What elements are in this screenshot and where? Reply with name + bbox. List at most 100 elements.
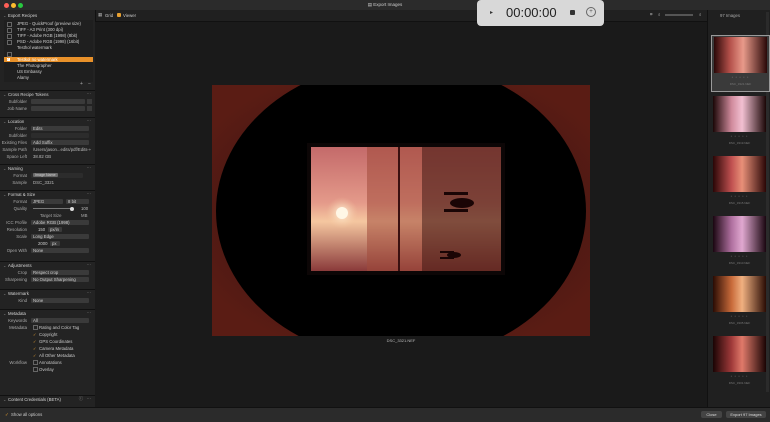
chevron-down-icon: ⌄: [3, 92, 7, 97]
token-menu-button[interactable]: [87, 105, 92, 111]
more-options-icon[interactable]: ···: [87, 396, 91, 401]
long-edge-field[interactable]: 2000: [38, 241, 48, 246]
section-naming[interactable]: ⌄ Naming ···: [0, 164, 95, 172]
search-icon[interactable]: ⌕: [699, 12, 701, 17]
camera-metadata-checkbox[interactable]: ✓: [33, 346, 36, 351]
close-button[interactable]: Close: [701, 411, 722, 418]
recipe-checkbox[interactable]: [7, 40, 12, 45]
more-options-icon[interactable]: ···: [87, 310, 91, 315]
thumbnail-selected[interactable]: • • • • • DSC_3321.NEF: [711, 35, 770, 92]
metadata-row: Metadata Rating and Color Tag: [9, 325, 80, 330]
section-format-size[interactable]: ⌄ Format & Size ···: [0, 190, 95, 198]
image-name-token[interactable]: Image Name: [33, 173, 58, 177]
copyright-checkbox[interactable]: ✓: [33, 332, 36, 337]
recipe-item[interactable]: PSD - Adobe RGB (1998) (16bit): [17, 39, 79, 44]
subfolder-field[interactable]: [31, 132, 89, 138]
more-options-icon[interactable]: ···: [87, 262, 91, 267]
other-metadata-checkbox[interactable]: ✓: [33, 353, 36, 358]
thumbnail[interactable]: • • • • • DSC_3305.NEF: [711, 275, 768, 330]
toolbar: ▦ Grid Viewer ⌗ ⌕ ⌕: [95, 10, 707, 22]
rating-tag-checkbox[interactable]: [33, 325, 38, 330]
recipe-checkbox[interactable]: [7, 28, 12, 33]
zoom-icon[interactable]: ⌕: [658, 12, 660, 17]
show-all-options-label[interactable]: Show all options: [11, 412, 42, 417]
chevron-down-icon: ⌄: [3, 291, 7, 296]
thumbnail[interactable]: • • • • • DSC_3315.NEF: [711, 155, 768, 210]
recipe-item[interactable]: TIFF - A3 Print (300 dpi): [17, 27, 63, 32]
existing-files-select[interactable]: Add Suffix: [31, 139, 89, 145]
thumbnail-image: [714, 37, 767, 73]
chevron-down-icon: ⌄: [3, 13, 7, 18]
section-metadata[interactable]: ⌄ Metadata ···: [0, 309, 95, 317]
annotations-checkbox[interactable]: [33, 360, 38, 365]
thumbnail-image: [713, 276, 766, 312]
tab-viewer[interactable]: Viewer: [123, 13, 136, 18]
recipe-item[interactable]: US Embassy: [17, 69, 42, 74]
quality-slider[interactable]: [33, 208, 73, 209]
subfolder-token-field[interactable]: [31, 98, 85, 104]
record-options-icon[interactable]: +: [586, 7, 596, 17]
viewer-icon[interactable]: [117, 13, 121, 17]
more-options-icon[interactable]: ···: [87, 118, 91, 123]
recipe-checkbox[interactable]: [7, 34, 12, 39]
section-location[interactable]: ⌄ Location ···: [0, 117, 95, 125]
gps-row: ✓ GPS Coordinates: [33, 339, 73, 344]
long-edge-unit-select[interactable]: px: [50, 240, 60, 246]
recipe-checkbox-checked[interactable]: ✓: [7, 58, 10, 61]
resolution-unit-select[interactable]: px/in: [48, 226, 62, 232]
section-cross-recipe-tokens[interactable]: ⌄ Cross Recipe Tokens ···: [0, 90, 95, 98]
keywords-row: Keywords All: [0, 317, 95, 324]
crop-tool-icon[interactable]: ⌗: [650, 12, 652, 17]
scale-select[interactable]: Long Edge: [31, 233, 89, 239]
overlay-checkbox[interactable]: [33, 367, 38, 372]
more-options-icon[interactable]: ···: [87, 165, 91, 170]
resolution-field[interactable]: 150: [38, 227, 45, 232]
stop-icon[interactable]: [570, 10, 575, 15]
zoom-slider[interactable]: [665, 14, 693, 16]
chevron-down-icon: ⌄: [3, 263, 7, 268]
watermark-kind-select[interactable]: None: [31, 297, 89, 303]
thumbnail[interactable]: • • • • • DSC_3301.NEF: [711, 335, 768, 390]
bottom-bar: ✓ Show all options Close Export 97 Image…: [0, 407, 770, 422]
grid-icon[interactable]: ▦: [98, 12, 102, 18]
remove-recipe-button[interactable]: −: [88, 81, 91, 87]
tab-grid[interactable]: Grid: [105, 13, 113, 18]
export-button[interactable]: Export 97 Images: [726, 411, 766, 418]
add-recipe-button[interactable]: +: [80, 81, 83, 87]
thumbnail[interactable]: • • • • • DSC_3310.NEF: [711, 215, 768, 270]
section-adjustments[interactable]: ⌄ Adjustments ···: [0, 261, 95, 269]
gps-checkbox[interactable]: ✓: [33, 339, 36, 344]
section-content-credentials[interactable]: ⌄ Content Credentials (BETA) ⓘ ···: [0, 395, 95, 403]
thumbnail[interactable]: • • • • • DSC_3319.NEF: [711, 95, 768, 150]
naming-format-field[interactable]: Image Name: [31, 172, 83, 178]
bit-depth-select[interactable]: 8 bit: [66, 198, 89, 204]
icc-profile-select[interactable]: Adobe RGB (1998): [31, 219, 89, 225]
folder-select[interactable]: Edits: [31, 125, 89, 131]
token-menu-button[interactable]: [87, 98, 92, 104]
recipe-item[interactable]: Alamy: [17, 75, 29, 80]
recipe-checkbox[interactable]: [7, 22, 12, 27]
section-export-recipes[interactable]: ⌄ Export Recipes: [0, 12, 95, 19]
sharpening-select[interactable]: No Output Sharpening: [31, 276, 89, 282]
recipe-item[interactable]: The Photographer: [17, 63, 52, 68]
recipe-item[interactable]: JPEG - QuickProof (preview size): [17, 21, 81, 26]
keywords-select[interactable]: All: [31, 317, 89, 323]
icc-profile-row: ICC Profile Adobe RGB (1998): [0, 219, 95, 226]
file-format-select[interactable]: JPEG: [31, 198, 63, 204]
recipe-item-selected[interactable]: Testkol no watermark: [17, 57, 58, 62]
credentials-info-icon[interactable]: ⓘ: [79, 396, 83, 402]
jobname-token-field[interactable]: [31, 105, 85, 111]
more-options-icon[interactable]: ···: [87, 290, 91, 295]
section-watermark[interactable]: ⌄ Watermark ···: [0, 289, 95, 297]
more-options-icon[interactable]: ···: [87, 91, 91, 96]
naming-format-row: Format Image Name: [0, 172, 95, 179]
recipe-item[interactable]: TIFF - Adobe RGB (1998) (8bit): [17, 33, 77, 38]
crop-select[interactable]: Respect crop: [31, 269, 89, 275]
show-all-options-checkbox[interactable]: ✓: [5, 412, 9, 418]
open-with-select[interactable]: None: [31, 247, 89, 253]
play-icon[interactable]: ▸: [490, 9, 493, 16]
more-options-icon[interactable]: ···: [87, 191, 91, 196]
recipe-item[interactable]: Testhol watermark: [17, 45, 52, 50]
recipe-list: JPEG - QuickProof (preview size) TIFF - …: [4, 20, 93, 82]
quality-slider-thumb[interactable]: [70, 206, 74, 211]
